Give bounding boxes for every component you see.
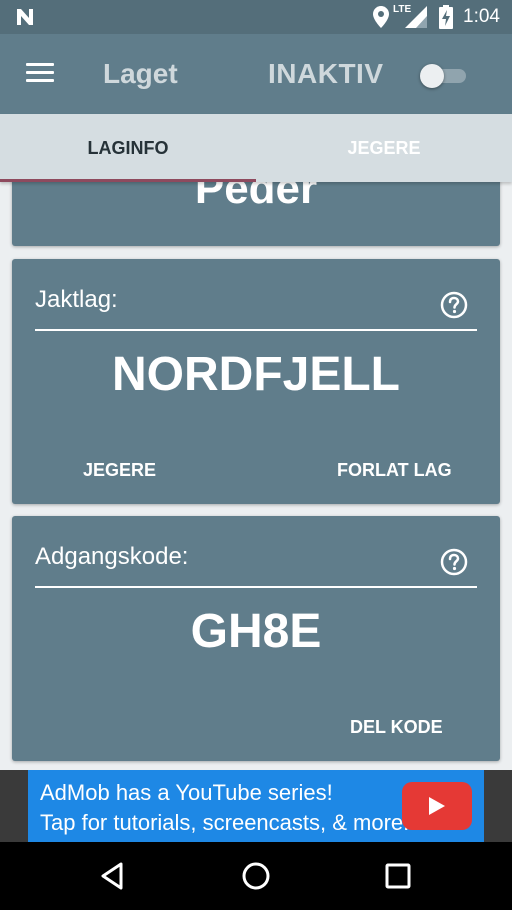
- circle-home-icon[interactable]: [240, 860, 272, 892]
- n-logo-icon: [17, 9, 33, 25]
- signal-icon: LTE: [393, 4, 429, 28]
- tab-content[interactable]: Peder Jaktlag: NORDFJELL JEGERE FORLAT L…: [0, 182, 512, 770]
- battery-charging-icon: [439, 5, 454, 29]
- share-code-button[interactable]: DEL KODE: [350, 717, 443, 738]
- hunters-button[interactable]: JEGERE: [83, 460, 156, 481]
- app-bar: Laget INAKTIV: [0, 34, 512, 114]
- ad-line-2: Tap for tutorials, screencasts, & more.: [40, 810, 410, 835]
- ad-line-1: AdMob has a YouTube series!: [40, 780, 333, 805]
- app-title: Laget: [103, 58, 178, 89]
- active-toggle[interactable]: [420, 64, 468, 88]
- status-bar: LTE 1:04: [0, 0, 512, 34]
- question-circle-icon[interactable]: [440, 291, 468, 319]
- team-divider: [35, 329, 477, 331]
- leave-team-button[interactable]: FORLAT LAG: [337, 460, 452, 481]
- hunter-name-card: Peder: [12, 182, 500, 246]
- tab-indicator: [0, 179, 256, 182]
- access-code-divider: [35, 586, 477, 588]
- access-code-value: GH8E: [190, 605, 322, 658]
- youtube-play-icon[interactable]: [402, 782, 472, 830]
- team-name: NORDFJELL: [112, 348, 400, 401]
- active-status-label: INAKTIV: [268, 58, 384, 89]
- location-icon: [373, 6, 390, 28]
- toggle-thumb: [420, 64, 444, 88]
- tab-laginfo[interactable]: LAGINFO: [0, 114, 256, 182]
- tab-jegere[interactable]: JEGERE: [256, 114, 512, 182]
- triangle-back-icon[interactable]: [97, 860, 129, 892]
- clock-time: 1:04: [463, 6, 500, 27]
- system-nav-bar: [0, 842, 512, 910]
- tab-bar: LAGINFO JEGERE: [0, 114, 512, 182]
- hamburger-menu-icon[interactable]: [26, 63, 54, 85]
- access-code-card: Adgangskode: GH8E DEL KODE: [12, 516, 500, 761]
- access-code-label: Adgangskode:: [35, 543, 189, 570]
- team-card: Jaktlag: NORDFJELL JEGERE FORLAT LAG: [12, 259, 500, 504]
- hunter-name: Peder: [194, 182, 318, 213]
- network-type-label: LTE: [393, 4, 412, 15]
- square-recents-icon[interactable]: [382, 860, 414, 892]
- question-circle-icon[interactable]: [440, 548, 468, 576]
- team-label: Jaktlag:: [35, 286, 118, 313]
- ad-content[interactable]: AdMob has a YouTube series! Tap for tuto…: [28, 770, 484, 842]
- ad-banner: AdMob has a YouTube series! Tap for tuto…: [0, 770, 512, 842]
